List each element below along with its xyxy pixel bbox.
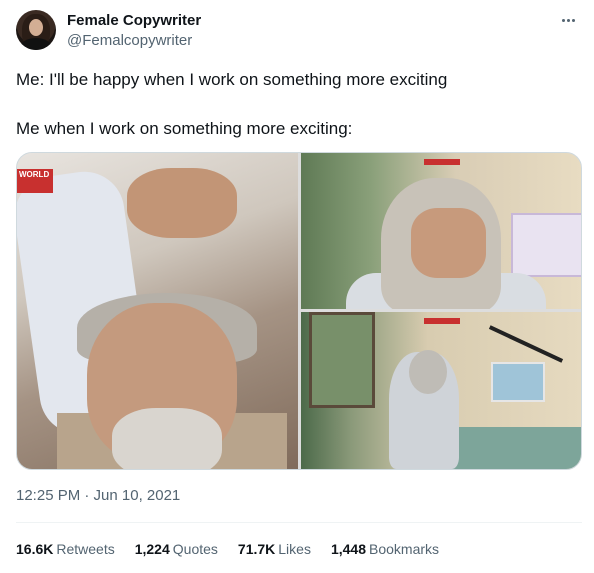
media-image-3[interactable] — [301, 312, 581, 469]
media-grid: WORLD — [16, 152, 582, 470]
image-wall-drawing — [511, 213, 581, 277]
channel-badge — [424, 159, 460, 165]
image-window — [309, 312, 375, 408]
image-hand — [127, 168, 237, 238]
tweet-timestamp[interactable]: 12:25 PM · Jun 10, 2021 — [16, 487, 180, 504]
bookmarks-label: Bookmarks — [369, 541, 440, 557]
likes-count: 71.7K — [237, 541, 276, 557]
media-image-1[interactable]: WORLD — [17, 153, 298, 469]
quotes-count: 1,224 — [134, 541, 170, 557]
author-name[interactable]: Female Copywriter — [67, 12, 201, 29]
author-avatar[interactable] — [16, 10, 56, 50]
quotes-stat[interactable]: 1,224 Quotes — [135, 541, 218, 557]
media-image-2[interactable] — [301, 153, 581, 309]
likes-stat[interactable]: 71.7K Likes — [238, 541, 311, 557]
bookmarks-stat[interactable]: 1,448 Bookmarks — [331, 541, 439, 557]
divider — [16, 522, 582, 523]
channel-badge — [424, 318, 460, 324]
likes-label: Likes — [278, 541, 311, 557]
retweets-count: 16.6K — [16, 541, 54, 557]
retweets-stat[interactable]: 16.6K Retweets — [16, 541, 115, 557]
image-hands-on-face — [411, 208, 486, 278]
channel-logo: WORLD — [17, 169, 53, 193]
retweets-label: Retweets — [56, 541, 115, 557]
tweet-text-line-2: Me when I work on something more excitin… — [16, 119, 353, 138]
author-handle[interactable]: @Femalcopywriter — [67, 32, 192, 49]
tweet-text-line-1: Me: I'll be happy when I work on somethi… — [16, 70, 448, 89]
tweet-stats: 16.6K Retweets 1,224 Quotes 71.7K Likes 1,4… — [16, 541, 439, 557]
avatar-face — [29, 19, 43, 36]
image-beard — [112, 408, 222, 469]
more-options-icon[interactable] — [558, 12, 578, 28]
image-poster — [491, 362, 545, 402]
tweet-card: Female Copywriter @Femalcopywriter Me: I… — [0, 0, 594, 573]
bookmarks-count: 1,448 — [330, 541, 366, 557]
quotes-label: Quotes — [172, 541, 218, 557]
image-man-head — [409, 350, 447, 394]
image-desk — [451, 427, 581, 469]
image-lamp — [488, 325, 564, 363]
